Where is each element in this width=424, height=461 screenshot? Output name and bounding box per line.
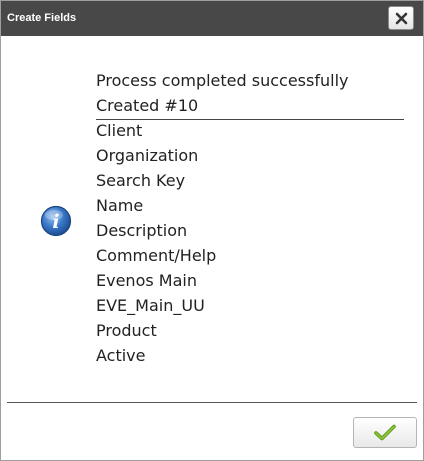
field-item: Evenos Main — [96, 271, 197, 290]
field-item: Product — [96, 321, 157, 340]
field-item: Comment/Help — [96, 246, 217, 265]
close-button[interactable] — [388, 6, 414, 30]
footer-divider — [7, 402, 417, 403]
checkmark-icon — [374, 424, 396, 441]
field-item: Name — [96, 196, 144, 215]
status-message: Process completed successfully — [96, 71, 349, 90]
field-item: Description — [96, 221, 188, 240]
field-item: Active — [96, 346, 146, 365]
message-separator — [96, 119, 404, 120]
field-item: Client — [96, 121, 143, 140]
field-item: Search Key — [96, 171, 186, 190]
created-message: Created #10 — [96, 96, 199, 115]
dialog-titlebar: Create Fields — [1, 1, 423, 36]
create-fields-dialog: Create Fields i Process completed succes… — [0, 0, 424, 461]
ok-button[interactable] — [353, 417, 417, 448]
svg-text:i: i — [52, 211, 59, 233]
close-icon — [395, 12, 408, 25]
dialog-title: Create Fields — [7, 12, 77, 24]
field-item: EVE_Main_UU — [96, 296, 205, 315]
field-item: Organization — [96, 146, 199, 165]
info-icon: i — [40, 205, 72, 237]
